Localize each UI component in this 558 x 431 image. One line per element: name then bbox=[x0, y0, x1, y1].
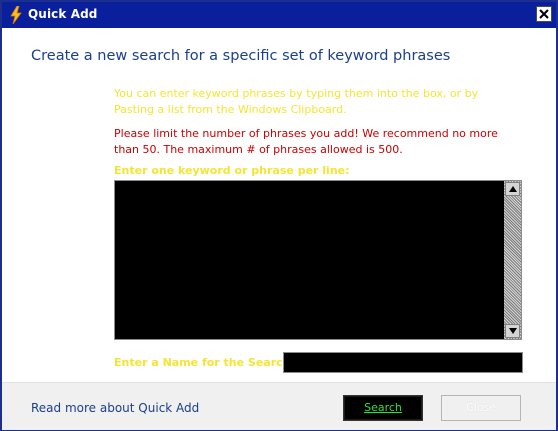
search-name-input[interactable] bbox=[283, 352, 523, 373]
dialog-footer: Read more about Quick Add Search Close bbox=[2, 382, 556, 430]
dialog-heading: Create a new search for a specific set o… bbox=[31, 48, 451, 64]
close-button[interactable]: Close bbox=[441, 395, 521, 421]
window-title: Quick Add bbox=[28, 7, 98, 21]
info-text: You can enter keyword phrases by typing … bbox=[114, 87, 479, 116]
search-button-label: Search bbox=[364, 401, 402, 414]
keywords-box bbox=[114, 180, 522, 340]
keywords-scrollbar[interactable] bbox=[504, 181, 521, 339]
scroll-up-button[interactable] bbox=[505, 182, 520, 196]
scroll-down-button[interactable] bbox=[505, 324, 520, 338]
search-button[interactable]: Search bbox=[343, 395, 423, 421]
lightning-bolt-icon bbox=[10, 6, 22, 24]
close-window-button[interactable] bbox=[536, 6, 552, 22]
arrow-down-icon bbox=[509, 328, 517, 334]
title-bar[interactable]: Quick Add bbox=[2, 2, 556, 28]
read-more-link[interactable]: Read more about Quick Add bbox=[31, 401, 199, 415]
keywords-label: Enter one keyword or phrase per line: bbox=[114, 164, 350, 177]
quick-add-dialog: Quick Add Create a new search for a spec… bbox=[0, 0, 558, 431]
arrow-up-icon bbox=[509, 186, 517, 192]
close-button-label: Close bbox=[466, 401, 496, 414]
keywords-textarea[interactable] bbox=[115, 181, 505, 339]
warning-text: Please limit the number of phrases you a… bbox=[114, 127, 498, 156]
search-name-label: Enter a Name for the Search: bbox=[114, 356, 295, 369]
close-x-icon bbox=[539, 9, 549, 19]
